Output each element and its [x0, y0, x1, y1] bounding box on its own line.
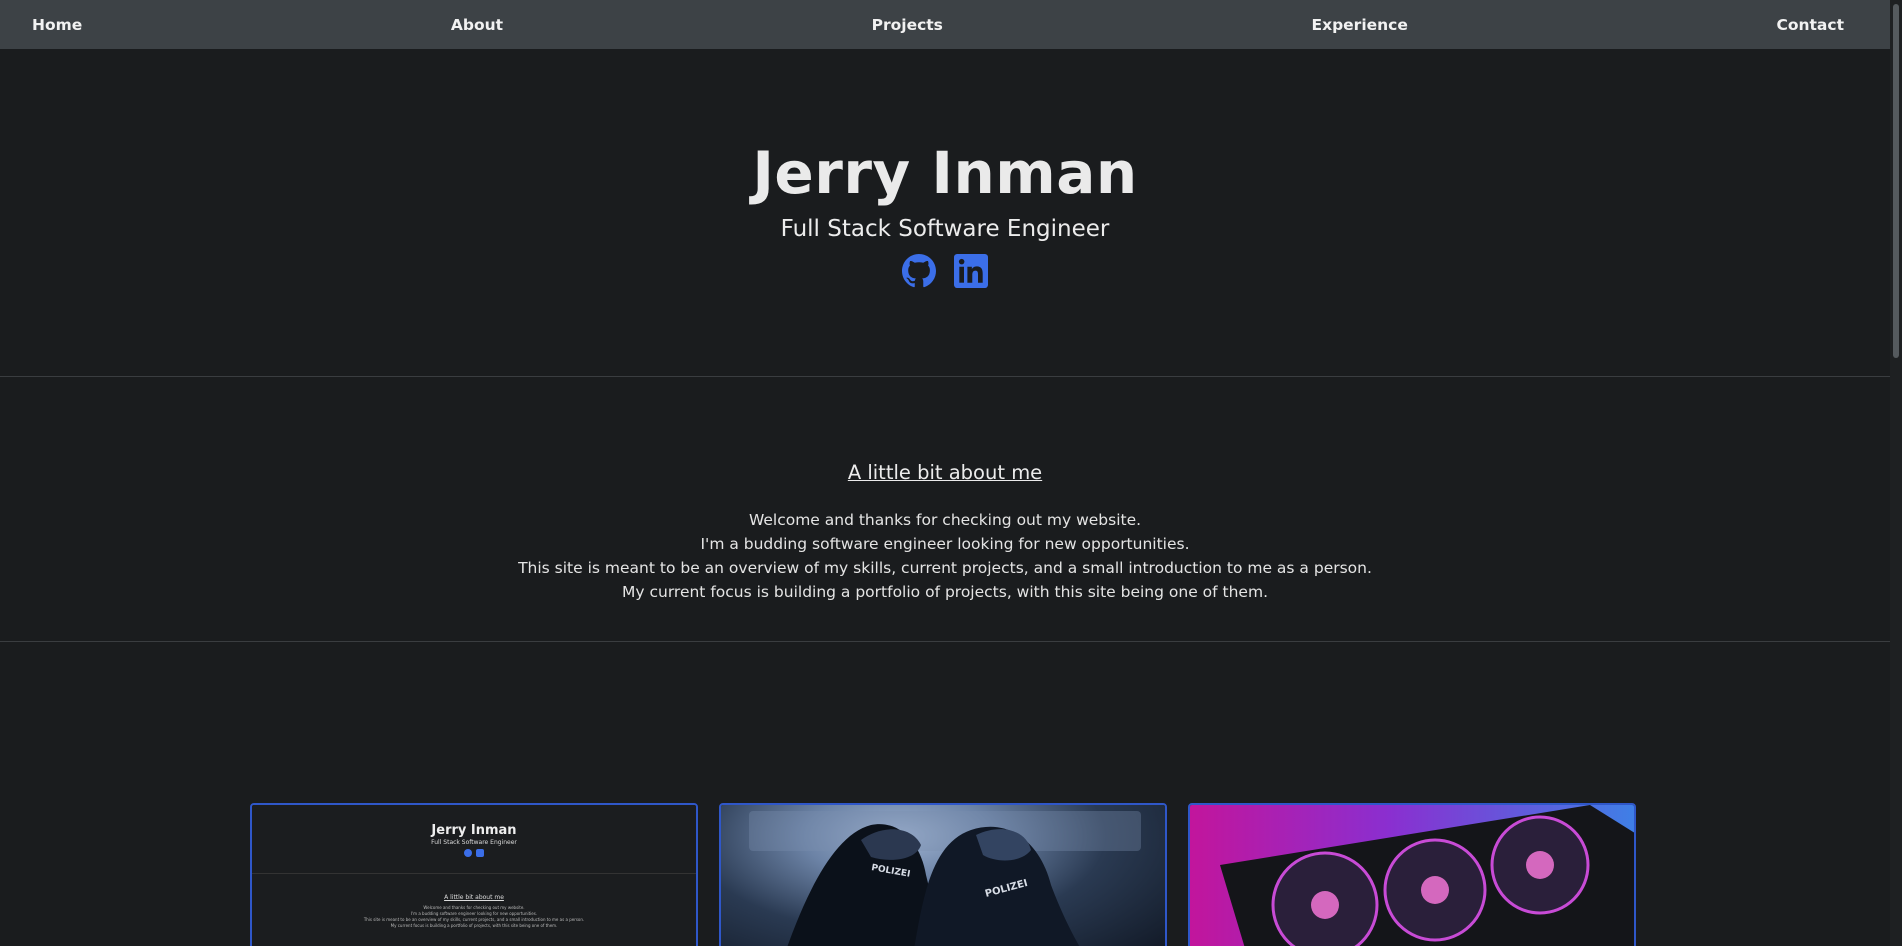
about-line: Welcome and thanks for checking out my w…: [748, 511, 1142, 529]
page-title: Jerry Inman: [752, 139, 1138, 207]
about-section: A little bit about me Welcome and thanks…: [0, 377, 1890, 642]
top-navbar: Home About Projects Experience Contact: [0, 0, 1890, 49]
project-card-portfolio[interactable]: Jerry Inman Full Stack Software Engineer…: [250, 803, 698, 946]
preview-divider: [252, 873, 696, 874]
scrollbar-thumb[interactable]: [1893, 4, 1899, 358]
preview-line: My current focus is building a portfolio…: [390, 923, 558, 928]
github-icon[interactable]: [902, 254, 936, 288]
preview-subtitle: Full Stack Software Engineer: [431, 839, 517, 846]
nav-about-link[interactable]: About: [451, 16, 503, 34]
about-heading: A little bit about me: [847, 461, 1043, 484]
nav-experience-link[interactable]: Experience: [1311, 16, 1407, 34]
about-line: This site is meant to be an overview of …: [518, 559, 1372, 577]
page-subtitle: Full Stack Software Engineer: [780, 216, 1110, 242]
preview-text: Welcome and thanks for checking out my w…: [252, 905, 696, 929]
github-icon: [464, 849, 472, 857]
nav-home-link[interactable]: Home: [32, 16, 82, 34]
project-card-counter-strike[interactable]: POLIZEI POLIZEI: [719, 803, 1167, 946]
preview-title: Jerry Inman: [431, 823, 517, 838]
about-line: My current focus is building a portfolio…: [622, 583, 1268, 601]
hero-section: Jerry Inman Full Stack Software Engineer: [0, 49, 1890, 377]
soldier-image: POLIZEI POLIZEI: [721, 805, 1165, 946]
nav-contact-link[interactable]: Contact: [1776, 16, 1844, 34]
linkedin-icon: [476, 849, 484, 857]
about-line: I'm a budding software engineer looking …: [700, 535, 1190, 553]
social-links: [0, 254, 1890, 288]
page-scrollbar[interactable]: [1890, 0, 1902, 946]
about-text: Welcome and thanks for checking out my w…: [0, 508, 1890, 604]
gpu-image: [1190, 805, 1634, 946]
preview-heading: A little bit about me: [444, 894, 504, 901]
preview-icons: [252, 849, 696, 857]
portfolio-preview-image: Jerry Inman Full Stack Software Engineer…: [252, 805, 696, 946]
linkedin-icon[interactable]: [954, 254, 988, 288]
nav-projects-link[interactable]: Projects: [872, 16, 943, 34]
project-card-gpu[interactable]: [1188, 803, 1636, 946]
projects-cards: Jerry Inman Full Stack Software Engineer…: [250, 803, 1638, 946]
